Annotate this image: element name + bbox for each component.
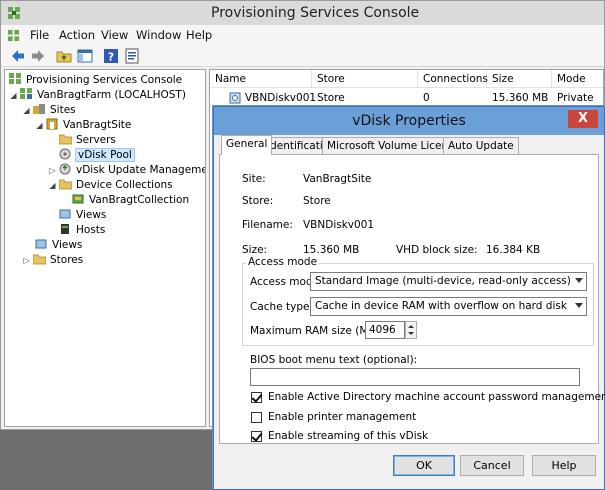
cell-mode: Private: [557, 92, 594, 104]
column-header-mode[interactable]: Mode: [552, 70, 603, 88]
views-icon: [35, 239, 47, 249]
tree-node-servers[interactable]: Servers: [59, 133, 116, 148]
printer-management-label: Enable printer management: [268, 411, 417, 423]
store-value: Store: [303, 195, 331, 207]
menu-bar: File Action View Window Help: [1, 25, 604, 45]
site-label: Site:: [242, 173, 266, 185]
views-icon: [59, 209, 71, 219]
max-ram-stepper[interactable]: [405, 321, 417, 339]
menu-action[interactable]: Action: [59, 28, 95, 42]
streaming-label: Enable streaming of this vDisk: [268, 430, 429, 442]
forward-arrow-icon[interactable]: [29, 47, 47, 65]
access-mode-selected: Standard Image (multi-device, read-only …: [315, 275, 571, 287]
window-title: Provisioning Services Console: [211, 5, 420, 21]
tree-node-collection[interactable]: VanBragtCollection: [72, 193, 189, 208]
chevron-down-icon: [575, 278, 583, 283]
tree-node-farm[interactable]: ◢ VanBragtFarm (LOCALHOST): [9, 88, 186, 103]
show-hide-tree-icon[interactable]: [76, 47, 94, 65]
tree-pane: Provisioning Services Console ◢ VanBragtF…: [4, 69, 206, 427]
cell-connections: 0: [423, 92, 430, 104]
sites-icon: [33, 104, 45, 114]
properties-icon[interactable]: [123, 47, 141, 65]
column-header-store[interactable]: Store: [312, 70, 418, 88]
collection-icon: [72, 194, 84, 204]
column-header-name[interactable]: Name: [210, 70, 312, 88]
menu-window[interactable]: Window: [136, 28, 181, 42]
cell-store: Store: [317, 92, 345, 104]
up-folder-icon[interactable]: [55, 47, 73, 65]
cell-name: VBNDiskv001: [245, 92, 317, 104]
tree-node-hosts[interactable]: Hosts: [59, 223, 105, 238]
tree-node-device-collections[interactable]: ◢ Device Collections: [48, 178, 172, 193]
cell-size: 15.360 MB: [492, 92, 549, 104]
printer-management-checkbox[interactable]: [251, 412, 262, 423]
tree-node-sites[interactable]: ◢ Sites: [22, 103, 76, 118]
stores-icon: [33, 254, 46, 265]
close-button[interactable]: X: [568, 110, 598, 128]
collapse-arrow-icon[interactable]: ◢: [48, 178, 57, 193]
tree-node-vdisk-pool[interactable]: vDisk Pool: [59, 148, 135, 163]
site-icon: [46, 118, 58, 130]
tree-node-views[interactable]: Views: [35, 238, 82, 253]
tab-general[interactable]: General: [221, 135, 273, 155]
collapse-arrow-icon[interactable]: ◢: [35, 118, 44, 133]
cache-type-selected: Cache in device RAM with overflow on har…: [315, 300, 567, 312]
tree-node-vdisk-update[interactable]: ▷ vDisk Update Manageme: [48, 163, 205, 178]
ad-password-label: Enable Active Directory machine account …: [268, 391, 605, 403]
column-header-size[interactable]: Size: [487, 70, 552, 88]
expand-arrow-icon[interactable]: ▷: [48, 163, 57, 178]
console-icon: [9, 73, 21, 84]
expand-arrow-icon[interactable]: ▷: [22, 253, 31, 268]
vdisk-pool-icon: [59, 148, 71, 160]
vhd-block-size-value: 16.384 KB: [486, 244, 541, 256]
tab-auto-update[interactable]: Auto Update: [443, 137, 519, 154]
help-icon[interactable]: ?: [102, 47, 120, 65]
store-label: Store:: [242, 195, 274, 207]
menu-view[interactable]: View: [101, 28, 128, 42]
title-bar: Provisioning Services Console: [1, 1, 604, 25]
tree-node-site[interactable]: ◢ VanBragtSite: [35, 118, 131, 133]
dialog-title: vDisk Properties: [352, 113, 466, 129]
stepper-arrows-icon: [408, 325, 414, 335]
menu-file[interactable]: File: [30, 28, 49, 42]
ok-button[interactable]: OK: [393, 455, 455, 476]
vdisk-properties-dialog: vDisk Properties X General Identificatio…: [213, 106, 605, 490]
tree-node-stores[interactable]: ▷ Stores: [22, 253, 83, 268]
help-button[interactable]: Help: [532, 455, 596, 476]
ad-password-checkbox[interactable]: [251, 392, 262, 403]
hosts-icon: [61, 224, 69, 234]
filename-label: Filename:: [242, 219, 293, 231]
servers-folder-icon: [59, 134, 72, 145]
streaming-checkbox[interactable]: [251, 431, 262, 442]
tree-node-site-views[interactable]: Views: [59, 208, 106, 223]
farm-icon: [20, 88, 32, 99]
general-tab-panel: Site: VanBragtSite Store: Store Filename…: [219, 154, 605, 444]
system-menu-icon[interactable]: [7, 29, 20, 42]
dialog-title-bar: vDisk Properties X: [214, 107, 604, 135]
max-ram-input[interactable]: 4096: [365, 321, 405, 339]
bios-menu-label: BIOS boot menu text (optional):: [250, 354, 418, 366]
column-header-connections[interactable]: Connections: [418, 70, 488, 88]
access-mode-select[interactable]: Standard Image (multi-device, read-only …: [310, 272, 587, 291]
cache-type-select[interactable]: Cache in device RAM with overflow on har…: [310, 297, 587, 316]
menu-help[interactable]: Help: [186, 28, 212, 42]
filename-value: VBNDiskv001: [303, 219, 375, 231]
chevron-down-icon: [575, 303, 583, 308]
toolbar: ?: [1, 45, 604, 67]
size-value: 15.360 MB: [303, 244, 360, 256]
collapse-arrow-icon[interactable]: ◢: [22, 103, 31, 118]
access-mode-group-label: Access mode: [246, 256, 320, 268]
vdisk-update-icon: [59, 163, 71, 175]
device-collections-icon: [59, 179, 72, 190]
vhd-block-size-label: VHD block size:: [396, 244, 478, 256]
size-label: Size:: [242, 244, 268, 256]
bios-menu-text-input[interactable]: [250, 368, 580, 386]
collapse-arrow-icon[interactable]: ◢: [9, 88, 18, 103]
tree-node-root[interactable]: Provisioning Services Console: [9, 73, 182, 88]
cancel-button[interactable]: Cancel: [460, 455, 524, 476]
cache-type-label: Cache type:: [250, 301, 313, 313]
site-value: VanBragtSite: [303, 173, 372, 185]
svg-text:?: ?: [108, 51, 114, 64]
back-arrow-icon[interactable]: [9, 47, 27, 65]
